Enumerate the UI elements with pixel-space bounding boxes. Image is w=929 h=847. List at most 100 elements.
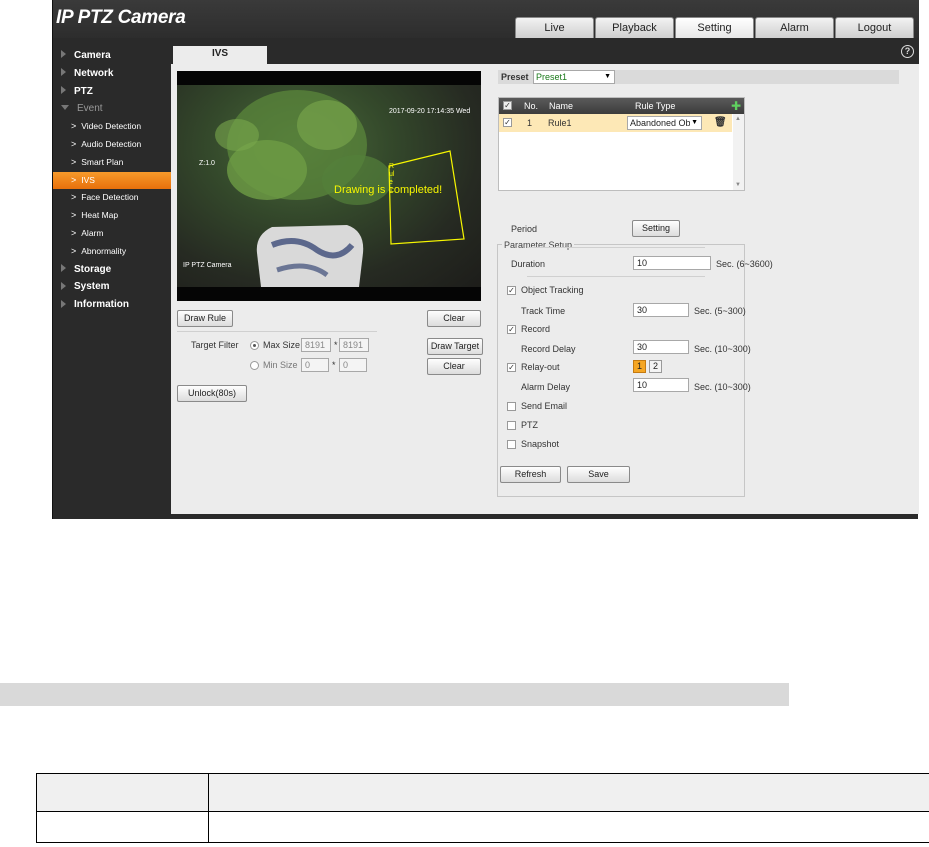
page: IP PTZ Camera Live Playback Setting Alar… bbox=[0, 0, 929, 847]
track-time-input[interactable]: 30 bbox=[633, 303, 689, 317]
add-rule-icon[interactable]: ✚ bbox=[731, 99, 741, 113]
tab-playback[interactable]: Playback bbox=[595, 17, 674, 38]
scroll-down-icon[interactable]: ▼ bbox=[735, 182, 741, 188]
send-email-checkbox[interactable] bbox=[507, 402, 516, 411]
row-checkbox[interactable]: ✓ bbox=[503, 118, 512, 127]
alarm-delay-range: Sec. (10~300) bbox=[694, 382, 751, 392]
table-header-cell bbox=[36, 773, 209, 812]
record-delay-range: Sec. (10~300) bbox=[694, 344, 751, 354]
tab-alarm[interactable]: Alarm bbox=[755, 17, 834, 38]
sidebar: Camera Network PTZ Event > Video Detectio… bbox=[53, 38, 171, 519]
track-time-range: Sec. (5~300) bbox=[694, 306, 746, 316]
target-filter-label: Target Filter bbox=[191, 340, 239, 350]
table-row bbox=[36, 773, 929, 812]
row-no: 1 bbox=[527, 118, 533, 128]
col-rule-type: Rule Type bbox=[635, 101, 676, 111]
expand-arrow-icon bbox=[61, 263, 66, 272]
sidebar-item-alarm[interactable]: > Alarm bbox=[53, 225, 171, 243]
main-content: IVS ? 2017-09-20 17:14:35 Wed Z:1.0 IP P… bbox=[171, 38, 919, 514]
tab-ivs[interactable]: IVS bbox=[173, 46, 267, 64]
scroll-up-icon[interactable]: ▲ bbox=[735, 116, 741, 122]
rules-table-header: ✓ No. Name Rule Type ✚ bbox=[499, 98, 744, 114]
sidebar-item-abnormality[interactable]: > Abnormality bbox=[53, 243, 171, 261]
snapshot-checkbox[interactable] bbox=[507, 440, 516, 449]
refresh-button[interactable]: Refresh bbox=[500, 466, 561, 483]
rule-type-select[interactable]: Abandoned Ob ▼ bbox=[627, 116, 702, 130]
sidebar-item-smart-plan[interactable]: > Smart Plan bbox=[53, 154, 171, 172]
sidebar-item-heat-map[interactable]: > Heat Map bbox=[53, 207, 171, 225]
sidebar-item-audio-detection[interactable]: > Audio Detection bbox=[53, 136, 171, 154]
period-setting-button[interactable]: Setting bbox=[632, 220, 680, 237]
alarm-delay-input[interactable]: 10 bbox=[633, 378, 689, 392]
relay-out-label: Relay-out bbox=[521, 362, 560, 372]
chevron-right-icon: > bbox=[71, 227, 77, 238]
sidebar-item-ptz[interactable]: PTZ bbox=[53, 83, 171, 101]
camera-web-ui: IP PTZ Camera Live Playback Setting Alar… bbox=[52, 0, 919, 519]
relay-1-button[interactable]: 1 bbox=[633, 360, 646, 373]
record-delay-input[interactable]: 30 bbox=[633, 340, 689, 354]
col-name: Name bbox=[549, 101, 574, 111]
unlock-button[interactable]: Unlock(80s) bbox=[177, 385, 247, 402]
min-width-input[interactable]: 0 bbox=[301, 358, 329, 372]
expand-arrow-icon bbox=[61, 299, 66, 308]
chevron-right-icon: > bbox=[71, 210, 77, 221]
save-button[interactable]: Save bbox=[567, 466, 630, 483]
max-width-input[interactable]: 8191 bbox=[301, 338, 331, 352]
min-height-input[interactable]: 0 bbox=[339, 358, 367, 372]
sidebar-item-information[interactable]: Information bbox=[53, 296, 171, 314]
track-time-label: Track Time bbox=[521, 306, 566, 316]
table-row[interactable]: ✓ 1 Rule1 Abandoned Ob ▼ 🗑 bbox=[499, 114, 732, 132]
select-all-checkbox[interactable]: ✓ bbox=[503, 101, 512, 110]
shaded-caption-bar bbox=[0, 683, 789, 706]
chevron-right-icon: > bbox=[71, 174, 77, 185]
max-size-radio[interactable] bbox=[250, 341, 259, 350]
collapse-arrow-icon bbox=[61, 105, 69, 111]
record-delay-label: Record Delay bbox=[521, 344, 576, 354]
snapshot-label: Snapshot bbox=[521, 439, 560, 449]
max-size-label: Max Size bbox=[263, 340, 301, 350]
table-row bbox=[36, 811, 929, 843]
app-logo: IP PTZ Camera bbox=[56, 7, 186, 28]
tab-live[interactable]: Live bbox=[515, 17, 594, 38]
expand-arrow-icon bbox=[61, 281, 66, 290]
record-checkbox[interactable]: ✓ bbox=[507, 325, 516, 334]
draw-rule-button[interactable]: Draw Rule bbox=[177, 310, 233, 327]
draw-target-button[interactable]: Draw Target bbox=[427, 338, 483, 355]
table-cell bbox=[36, 811, 209, 843]
record-label: Record bbox=[521, 324, 551, 334]
tab-logout[interactable]: Logout bbox=[835, 17, 914, 38]
dropdown-caret-icon: ▼ bbox=[604, 73, 611, 80]
chevron-right-icon: > bbox=[71, 138, 77, 149]
duration-input[interactable]: 10 bbox=[633, 256, 711, 270]
sidebar-item-camera[interactable]: Camera bbox=[53, 47, 171, 65]
rules-scrollbar[interactable]: ▲ ▼ bbox=[733, 114, 744, 190]
table-header-cell bbox=[208, 773, 929, 812]
sidebar-item-storage[interactable]: Storage bbox=[53, 261, 171, 279]
expand-arrow-icon bbox=[61, 85, 66, 94]
relay-2-button[interactable]: 2 bbox=[649, 360, 662, 373]
ptz-checkbox[interactable] bbox=[507, 421, 516, 430]
sidebar-item-video-detection[interactable]: > Video Detection bbox=[53, 118, 171, 136]
tab-setting[interactable]: Setting bbox=[675, 17, 754, 38]
video-preview[interactable]: 2017-09-20 17:14:35 Wed Z:1.0 IP PTZ Cam… bbox=[177, 71, 481, 301]
expand-arrow-icon bbox=[61, 68, 66, 77]
relay-out-checkbox[interactable]: ✓ bbox=[507, 363, 516, 372]
sidebar-item-network[interactable]: Network bbox=[53, 65, 171, 83]
help-icon[interactable]: ? bbox=[901, 45, 914, 58]
duration-range: Sec. (6~3600) bbox=[716, 259, 773, 269]
expand-arrow-icon bbox=[61, 50, 66, 59]
delete-rule-icon[interactable]: 🗑 bbox=[714, 117, 727, 128]
sidebar-item-event[interactable]: Event bbox=[53, 100, 171, 118]
sidebar-item-ivs[interactable]: > IVS bbox=[53, 171, 171, 190]
sidebar-item-face-detection[interactable]: > Face Detection bbox=[53, 189, 171, 207]
dropdown-caret-icon: ▼ bbox=[690, 117, 698, 129]
object-tracking-checkbox[interactable]: ✓ bbox=[507, 286, 516, 295]
header: IP PTZ Camera Live Playback Setting Alar… bbox=[53, 0, 919, 38]
max-height-input[interactable]: 8191 bbox=[339, 338, 369, 352]
preset-select[interactable]: Preset1 ▼ bbox=[533, 70, 615, 84]
clear-rule-button[interactable]: Clear bbox=[427, 310, 481, 327]
min-size-radio[interactable] bbox=[250, 361, 259, 370]
chevron-right-icon: > bbox=[71, 192, 77, 203]
sidebar-item-system[interactable]: System bbox=[53, 278, 171, 296]
clear-target-button[interactable]: Clear bbox=[427, 358, 481, 375]
